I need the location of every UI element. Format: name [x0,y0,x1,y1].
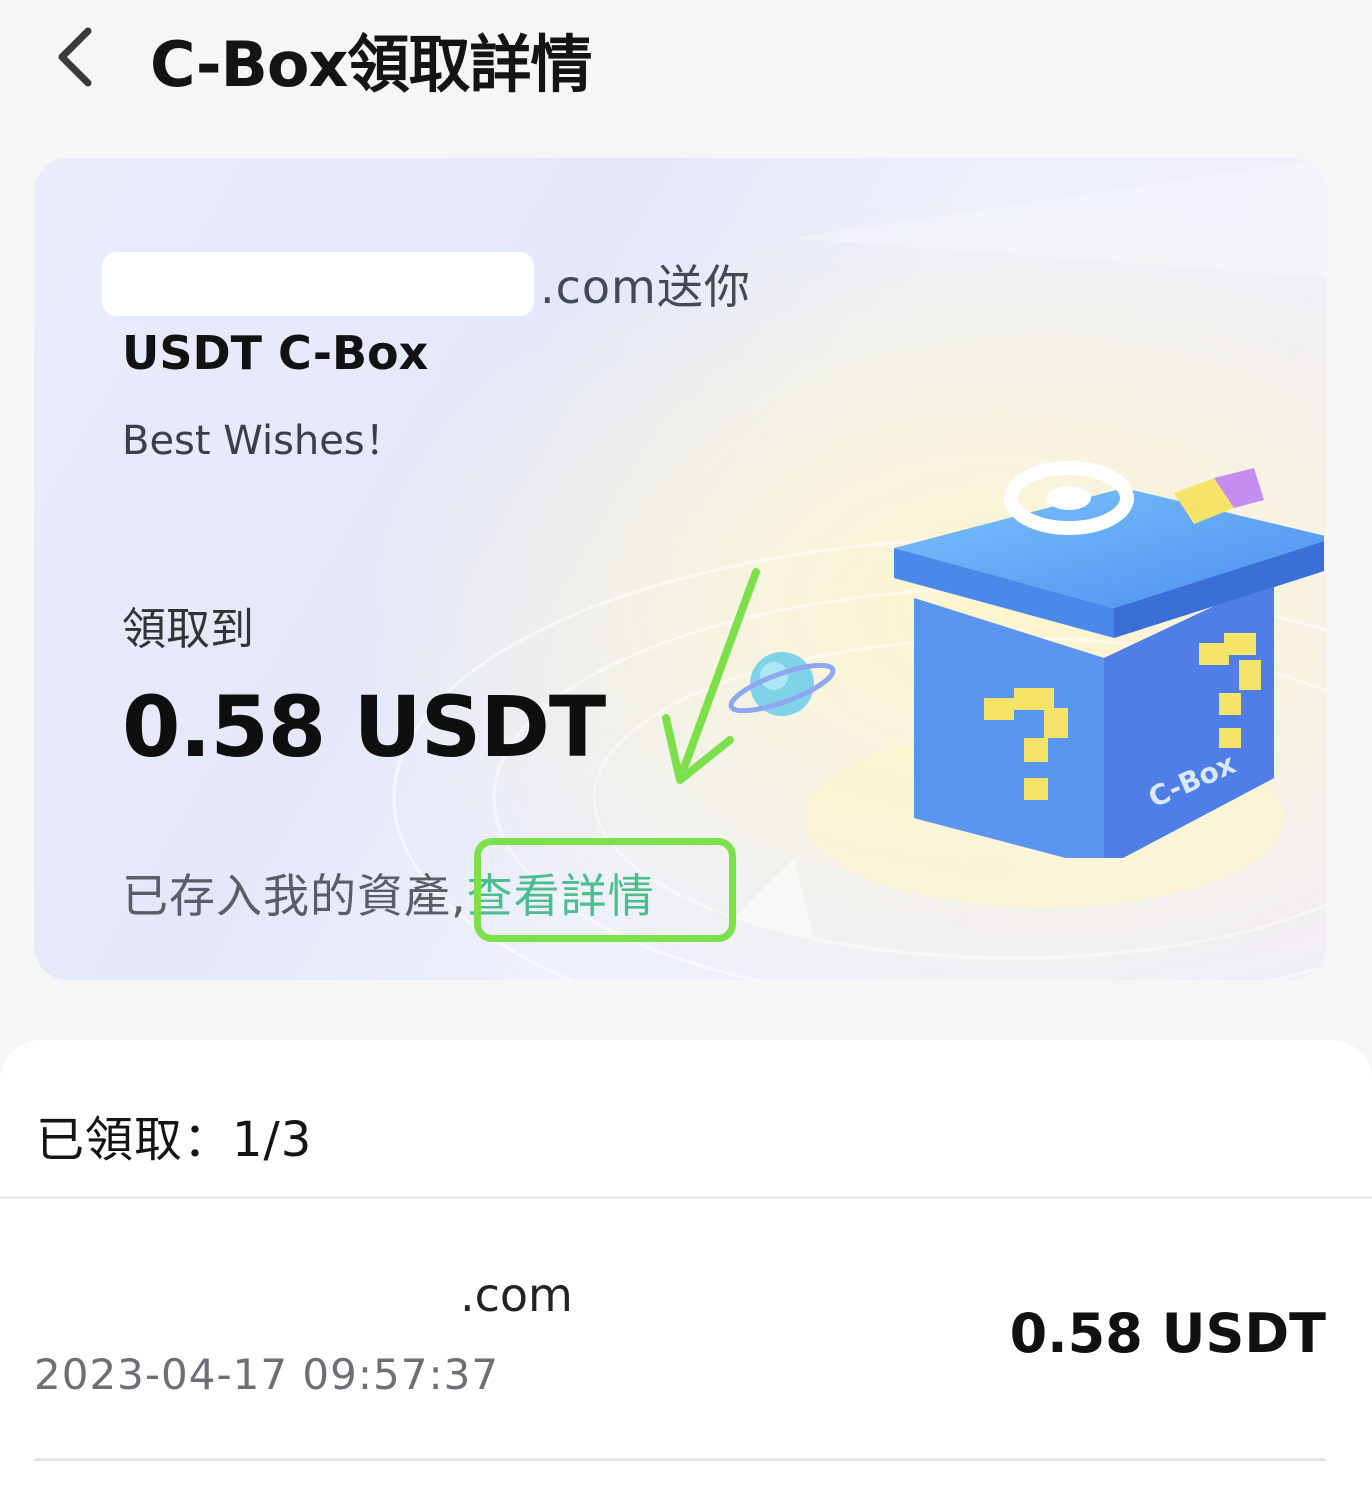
claims-sheet: 已領取：1/3 .com 2023-04-17 09:57:37 0.58 US… [0,1040,1372,1500]
link-highlight-box [474,838,736,942]
box-wish-message: Best Wishes！ [122,418,405,464]
claimed-count: 已領取：1/3 [36,1112,313,1168]
received-label: 領取到 [122,604,254,655]
page-title: C-Box領取詳情 [150,28,592,101]
claimer-name: .com [460,1268,573,1322]
received-amount: 0.58 USDT [122,678,606,776]
sender-name-redacted [102,252,534,316]
divider [0,1196,1372,1199]
deposit-text: 已存入我的資產, [122,869,467,923]
box-title: USDT C-Box [122,326,429,380]
sender-suffix: .com送你 [540,260,751,314]
header-bar: C-Box領取詳情 [0,0,1372,115]
claim-amount: 0.58 USDT [1009,1302,1326,1365]
sender-row: .com送你 [102,252,751,316]
mystery-box-icon: C-Box [894,461,1324,858]
back-button[interactable] [40,22,110,92]
divider [34,1458,1326,1461]
claim-time: 2023-04-17 09:57:37 [34,1350,500,1399]
claim-record-row[interactable]: .com 2023-04-17 09:57:37 0.58 USDT [0,1200,1372,1461]
cbox-card: .com送你 USDT C-Box Best Wishes！ 領取到 0.58 … [34,158,1326,980]
planet-icon [728,652,836,716]
chevron-left-icon [58,27,92,87]
